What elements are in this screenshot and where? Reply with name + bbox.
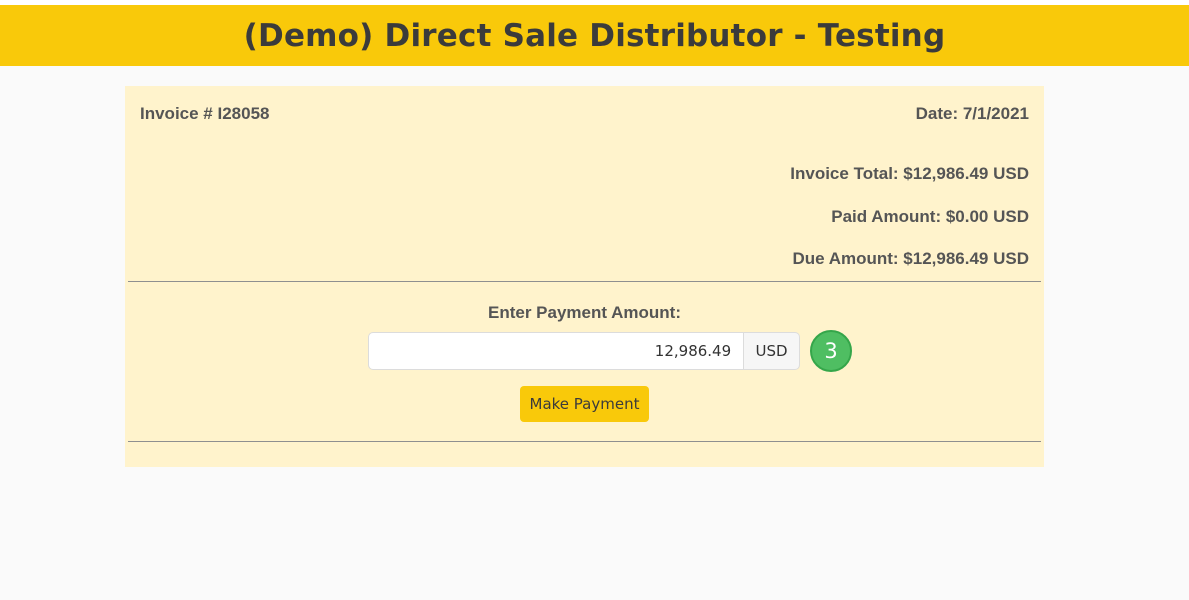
- payment-amount-input[interactable]: [368, 332, 745, 370]
- page: (Demo) Direct Sale Distributor - Testing…: [0, 0, 1189, 600]
- divider-top: [128, 281, 1041, 282]
- page-title: (Demo) Direct Sale Distributor - Testing: [243, 17, 946, 54]
- page-header: (Demo) Direct Sale Distributor - Testing: [0, 5, 1189, 66]
- paid-amount: Paid Amount: $0.00 USD: [831, 207, 1029, 226]
- payment-amount-group: USD: [368, 332, 800, 370]
- divider-bottom: [128, 441, 1041, 442]
- invoice-number: Invoice # I28058: [140, 104, 270, 123]
- invoice-date: Date: 7/1/2021: [915, 104, 1029, 123]
- step-badge: 3: [810, 330, 852, 372]
- invoice-card: Invoice # I28058 Date: 7/1/2021 Invoice …: [125, 86, 1044, 467]
- make-payment-button[interactable]: Make Payment: [520, 386, 649, 422]
- invoice-total: Invoice Total: $12,986.49 USD: [790, 164, 1029, 183]
- due-amount: Due Amount: $12,986.49 USD: [792, 249, 1030, 268]
- currency-addon: USD: [744, 332, 800, 370]
- payment-amount-label: Enter Payment Amount:: [487, 303, 681, 322]
